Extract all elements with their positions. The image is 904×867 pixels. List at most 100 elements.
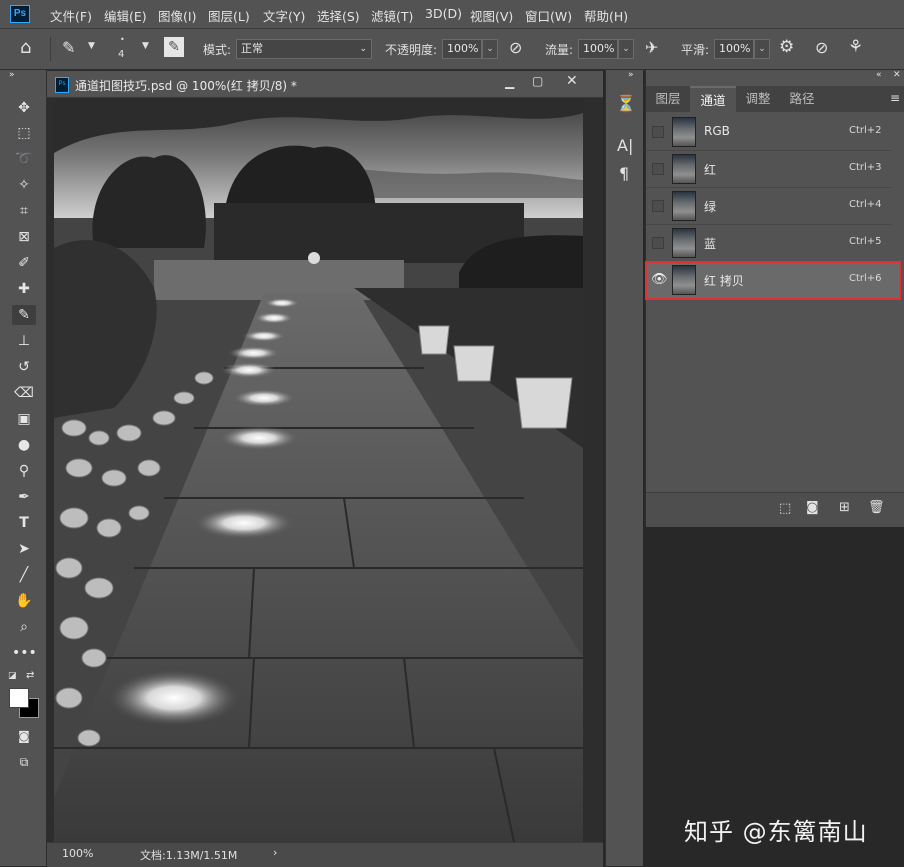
history-panel-icon[interactable]: ⏳	[616, 94, 636, 113]
brush-tool-icon[interactable]: ✎	[12, 305, 36, 325]
eraser-icon[interactable]: ⌫	[12, 383, 36, 403]
zoom-tool-icon[interactable]: ⌕	[12, 617, 36, 637]
home-icon[interactable]: ⌂	[20, 37, 31, 58]
stamp-tool-icon[interactable]: ⊥	[12, 331, 36, 351]
channels-panel: « ✕ 图层 通道 调整 路径 ≡ RGB Ctrl+2 红 Ctrl+3 绿 …	[645, 70, 904, 527]
lasso-tool-icon[interactable]: ➰	[12, 149, 36, 169]
new-channel-icon[interactable]: ⊞	[839, 500, 850, 515]
default-colors-icon[interactable]: ◪	[8, 671, 17, 681]
character-panel-icon[interactable]: A|	[617, 136, 633, 155]
document-tab[interactable]: Ps 通道扣图技巧.psd @ 100%(红 拷贝/8) * ▁ ▢ ✕	[47, 71, 603, 98]
pen-tool-icon[interactable]: ✒	[12, 487, 36, 507]
pressure-size-icon[interactable]: ⊘	[815, 38, 828, 57]
crop-tool-icon[interactable]: ⌗	[12, 201, 36, 221]
airbrush-icon[interactable]: ✈	[645, 38, 658, 57]
channel-shortcut: Ctrl+6	[849, 273, 882, 284]
foreground-color-swatch[interactable]	[9, 688, 29, 708]
quick-mask-icon[interactable]: ◙	[12, 726, 36, 746]
smooth-field[interactable]: 100%	[714, 39, 754, 59]
flow-field[interactable]: 100%	[578, 39, 618, 59]
pressure-opacity-icon[interactable]: ⊘	[509, 38, 522, 57]
tab-paths[interactable]: 路径	[780, 86, 824, 112]
channel-name: 红	[704, 163, 717, 177]
magic-wand-icon[interactable]: ✧	[12, 175, 36, 195]
symmetry-butterfly-icon[interactable]: ⚘	[848, 37, 863, 57]
zoom-level[interactable]: 100%	[62, 847, 93, 860]
smooth-dropdown[interactable]: ⌄	[754, 39, 770, 59]
photoshop-logo-icon: Ps	[10, 5, 30, 23]
healing-brush-icon[interactable]: ✚	[12, 279, 36, 299]
marquee-tool-icon[interactable]: ⬚	[12, 123, 36, 143]
chevron-down-icon: ⌄	[359, 44, 367, 54]
tools-panel: » ✥ ⬚ ➰ ✧ ⌗ ⊠ ✐ ✚ ✎ ⊥ ↺ ⌫ ▣ ● ⚲ ✒ T ➤ ╱ …	[0, 70, 47, 866]
more-tools-icon[interactable]: •••	[12, 643, 37, 663]
menu-layer[interactable]: 图层(L)	[208, 6, 250, 25]
menu-select[interactable]: 选择(S)	[317, 6, 360, 25]
load-selection-icon[interactable]: ⬚	[779, 501, 791, 516]
menu-image[interactable]: 图像(I)	[158, 6, 196, 25]
menu-view[interactable]: 视图(V)	[470, 6, 513, 25]
eyedropper-icon[interactable]: ✐	[12, 253, 36, 273]
opacity-field[interactable]: 100%	[442, 39, 482, 59]
dodge-tool-icon[interactable]: ⚲	[12, 461, 36, 481]
move-tool-icon[interactable]: ✥	[12, 98, 36, 118]
channel-name: 红 拷贝	[704, 274, 744, 288]
channel-thumbnail	[672, 117, 696, 147]
channel-row-red-copy[interactable]: 👁 红 拷贝 Ctrl+6	[645, 261, 901, 300]
path-select-icon[interactable]: ➤	[12, 539, 36, 559]
close-panel-icon[interactable]: ✕	[893, 70, 901, 80]
trash-icon[interactable]: 🗑	[868, 500, 885, 515]
brush-panel-icon[interactable]: ✎	[164, 37, 184, 57]
menu-filter[interactable]: 滤镜(T)	[371, 6, 413, 25]
maximize-icon[interactable]: ▢	[532, 74, 543, 88]
visibility-toggle[interactable]	[652, 163, 664, 175]
status-menu-arrow-icon[interactable]: ›	[273, 846, 277, 859]
channel-row-rgb[interactable]: RGB Ctrl+2	[646, 114, 892, 151]
frame-tool-icon[interactable]: ⊠	[12, 227, 36, 247]
collapse-arrows-icon[interactable]: »	[9, 70, 15, 80]
menu-help[interactable]: 帮助(H)	[584, 6, 628, 25]
tab-adjustments[interactable]: 调整	[736, 86, 780, 112]
menu-type[interactable]: 文字(Y)	[263, 6, 305, 25]
line-tool-icon[interactable]: ╱	[12, 565, 36, 585]
menu-window[interactable]: 窗口(W)	[525, 6, 572, 25]
collapse-arrows-icon[interactable]: »	[628, 70, 634, 80]
gradient-tool-icon[interactable]: ▣	[12, 409, 36, 429]
channel-row-blue[interactable]: 蓝 Ctrl+5	[646, 225, 892, 262]
visibility-toggle[interactable]	[652, 126, 664, 138]
options-bar: ⌂ ✎ ▼ • 4 ▼ ✎ 模式: 正常 ⌄ 不透明度: 100% ⌄ ⊘ 流量:…	[0, 29, 904, 70]
blur-tool-icon[interactable]: ●	[12, 435, 36, 455]
save-selection-icon[interactable]: ◙	[806, 500, 819, 515]
flow-dropdown[interactable]: ⌄	[618, 39, 634, 59]
screen-mode-icon[interactable]: ⧉	[12, 752, 36, 772]
eye-icon[interactable]: 👁	[651, 272, 668, 287]
canvas-image[interactable]	[54, 98, 583, 842]
chevron-down-icon[interactable]: ▼	[88, 41, 95, 51]
brush-preset-icon[interactable]: ✎	[62, 38, 75, 57]
watermark: 知乎 @东篱南山	[684, 818, 868, 846]
visibility-toggle[interactable]	[652, 200, 664, 212]
menu-3d[interactable]: 3D(D)	[425, 6, 462, 21]
opacity-dropdown[interactable]: ⌄	[482, 39, 498, 59]
tab-channels[interactable]: 通道	[690, 86, 736, 112]
channel-row-red[interactable]: 红 Ctrl+3	[646, 151, 892, 188]
mode-select[interactable]: 正常 ⌄	[236, 39, 372, 59]
menu-file[interactable]: 文件(F)	[50, 6, 92, 25]
swap-colors-icon[interactable]: ⇄	[26, 670, 34, 681]
paragraph-panel-icon[interactable]: ¶	[619, 164, 629, 183]
visibility-toggle[interactable]	[652, 237, 664, 249]
chevron-down-icon[interactable]: ▼	[142, 41, 149, 51]
history-brush-icon[interactable]: ↺	[12, 357, 36, 377]
collapse-arrows-icon[interactable]: «	[876, 70, 882, 80]
tab-layers[interactable]: 图层	[646, 86, 690, 112]
channel-thumbnail	[672, 265, 696, 295]
channel-row-green[interactable]: 绿 Ctrl+4	[646, 188, 892, 225]
hand-tool-icon[interactable]: ✋	[12, 591, 36, 611]
close-icon[interactable]: ✕	[566, 73, 578, 89]
menu-edit[interactable]: 编辑(E)	[104, 6, 147, 25]
gear-icon[interactable]: ⚙	[779, 37, 794, 57]
minimize-icon[interactable]: ▁	[505, 75, 514, 89]
panel-menu-icon[interactable]: ≡	[890, 91, 900, 105]
type-tool-icon[interactable]: T	[12, 513, 36, 533]
brush-size-value: 4	[118, 49, 125, 60]
